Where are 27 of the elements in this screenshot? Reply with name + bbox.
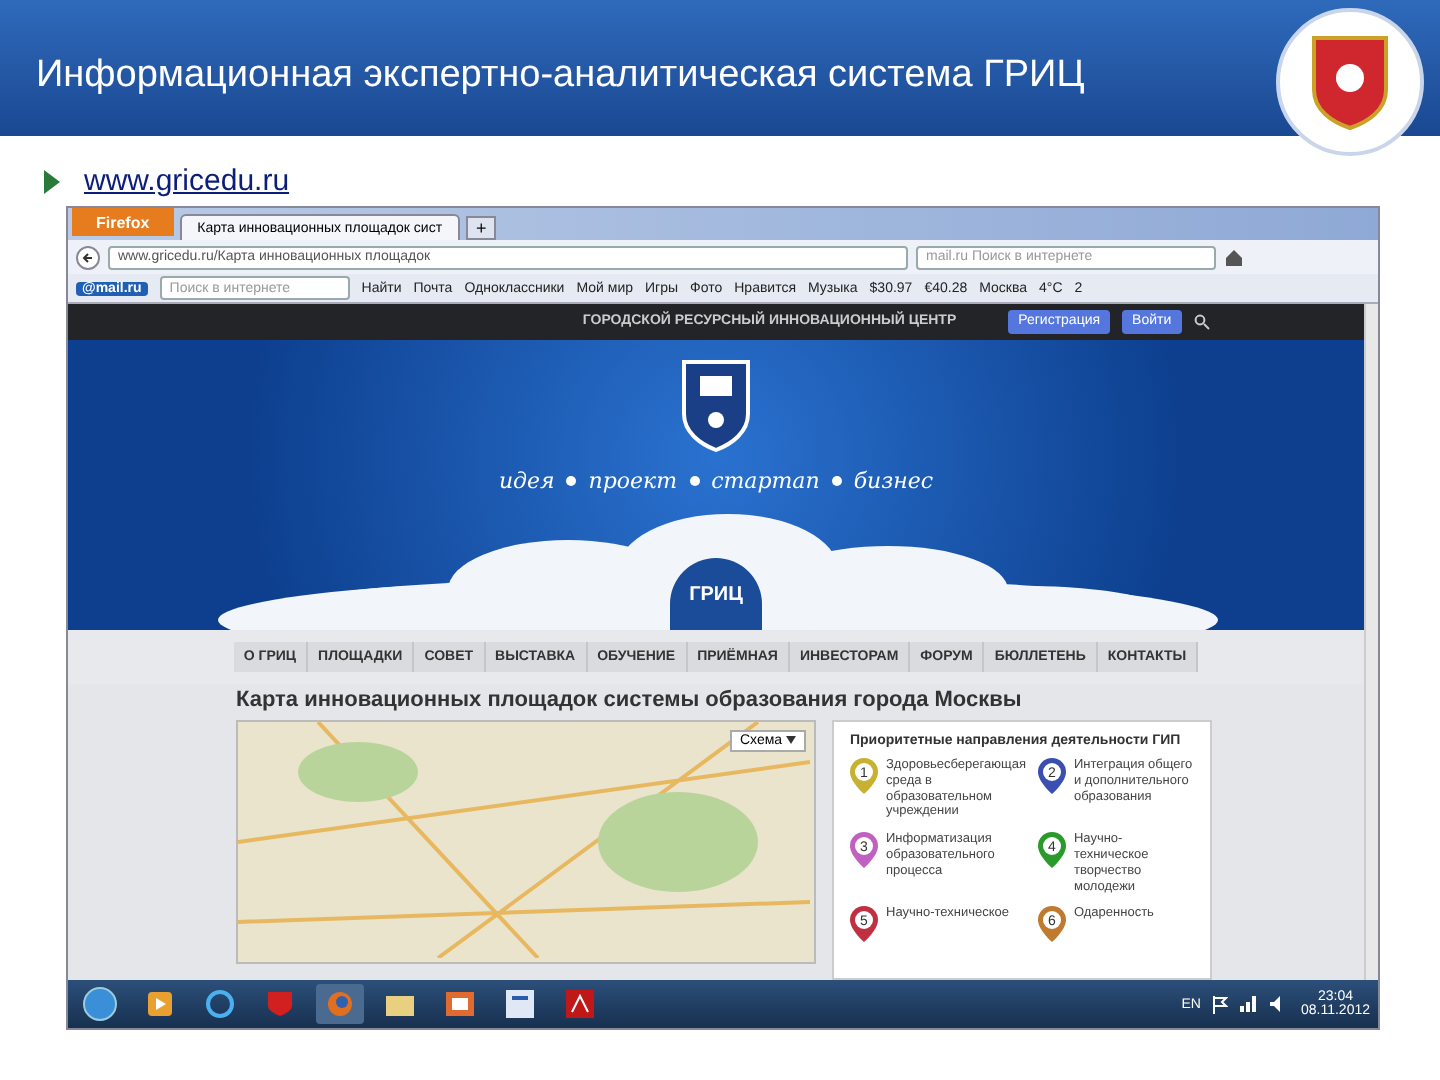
- page-heading: Карта инновационных площадок системы образования города Москвы: [234, 686, 1024, 716]
- play-icon: [148, 992, 172, 1016]
- bullet-icon: [44, 169, 60, 193]
- document-icon: [506, 990, 534, 1018]
- dot-icon: [566, 475, 577, 486]
- scrollbar[interactable]: [1364, 304, 1378, 980]
- crest-icon: [682, 359, 750, 452]
- shield-icon: [1310, 34, 1390, 130]
- slogan-word: идея: [498, 467, 555, 494]
- start-orb-icon: [82, 986, 118, 1022]
- home-icon[interactable]: [1224, 247, 1244, 267]
- dot-icon: [689, 475, 700, 486]
- website-link[interactable]: www.gricedu.ru: [84, 164, 290, 198]
- flag-icon[interactable]: [1212, 995, 1229, 1013]
- slide-title: Информационная экспертно-аналитическая система ГРИЦ: [36, 54, 1085, 98]
- slogan-word: проект: [588, 467, 678, 494]
- caret-icon: [786, 736, 796, 744]
- pdf-icon: [566, 990, 594, 1018]
- search-icon[interactable]: [1193, 313, 1210, 330]
- slides-icon: [446, 992, 474, 1016]
- signal-bars-icon[interactable]: [1240, 996, 1259, 1012]
- new-tab-button[interactable]: +: [466, 216, 497, 240]
- dot-icon: [831, 475, 842, 486]
- folder-icon: [386, 992, 414, 1016]
- slogan-word: стартап: [711, 467, 820, 494]
- shield-icon: [266, 990, 294, 1018]
- slogan-word: бизнес: [853, 467, 934, 494]
